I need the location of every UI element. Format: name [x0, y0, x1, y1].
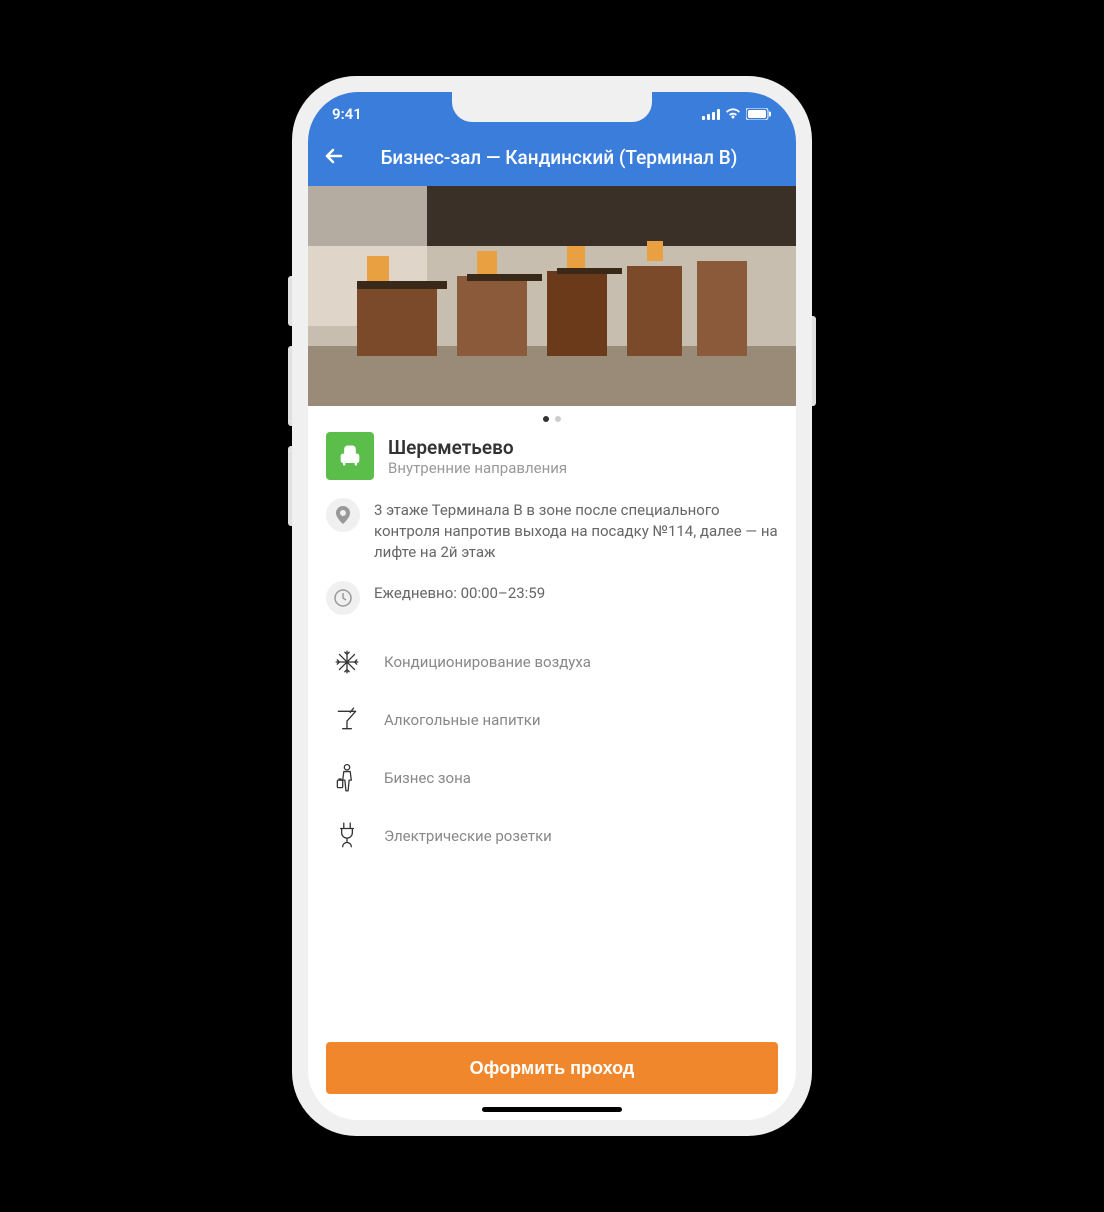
location-icon — [326, 498, 360, 532]
home-indicator[interactable] — [482, 1107, 622, 1112]
snowflake-icon — [332, 647, 362, 677]
header: Бизнес-зал — Кандинский (Терминал B) — [308, 136, 796, 186]
lounge-icon — [326, 432, 374, 480]
hours-icon — [326, 581, 360, 615]
checkout-button[interactable]: Оформить проход — [326, 1042, 778, 1094]
battery-icon — [746, 108, 772, 120]
amenity-label: Кондиционирование воздуха — [384, 653, 591, 671]
amenity-alcohol: Алкогольные напитки — [326, 691, 778, 749]
amenity-label: Бизнес зона — [384, 769, 471, 787]
pagination-dot[interactable] — [555, 416, 561, 422]
carousel-pagination — [308, 406, 796, 432]
amenity-business-zone: Бизнес зона — [326, 749, 778, 807]
location-row: 3 этаже Терминала В в зоне после специал… — [326, 498, 778, 563]
lounge-photo[interactable] — [308, 186, 796, 406]
location-text: 3 этаже Терминала В в зоне после специал… — [374, 498, 778, 563]
amenity-power-outlets: Электрические розетки — [326, 807, 778, 865]
pin-icon — [336, 506, 350, 524]
phone-frame: 9:41 Бизнес-зал — Кандинский (Терминал B… — [292, 76, 812, 1136]
status-time: 9:41 — [332, 105, 362, 123]
cocktail-icon — [332, 705, 362, 735]
business-person-icon — [332, 763, 362, 793]
armchair-icon — [336, 442, 364, 470]
hours-row: Ежедневно: 00:00–23:59 — [326, 581, 778, 615]
airport-name: Шереметьево — [388, 436, 567, 459]
arrow-left-icon — [322, 144, 346, 168]
page-title: Бизнес-зал — Кандинский (Терминал B) — [356, 146, 782, 170]
status-icons — [702, 108, 772, 120]
back-button[interactable] — [322, 144, 346, 172]
hours-text: Ежедневно: 00:00–23:59 — [374, 581, 545, 604]
amenity-air-conditioning: Кондиционирование воздуха — [326, 633, 778, 691]
wifi-icon — [725, 108, 741, 120]
airport-info: Шереметьево Внутренние направления — [326, 432, 778, 480]
clock-icon — [334, 589, 352, 607]
signal-icon — [702, 109, 720, 120]
screen: 9:41 Бизнес-зал — Кандинский (Терминал B… — [308, 92, 796, 1120]
airport-subtitle: Внутренние направления — [388, 459, 567, 477]
plug-icon — [332, 821, 362, 851]
amenity-label: Алкогольные напитки — [384, 711, 541, 729]
pagination-dot-active[interactable] — [543, 416, 549, 422]
amenity-label: Электрические розетки — [384, 827, 552, 845]
